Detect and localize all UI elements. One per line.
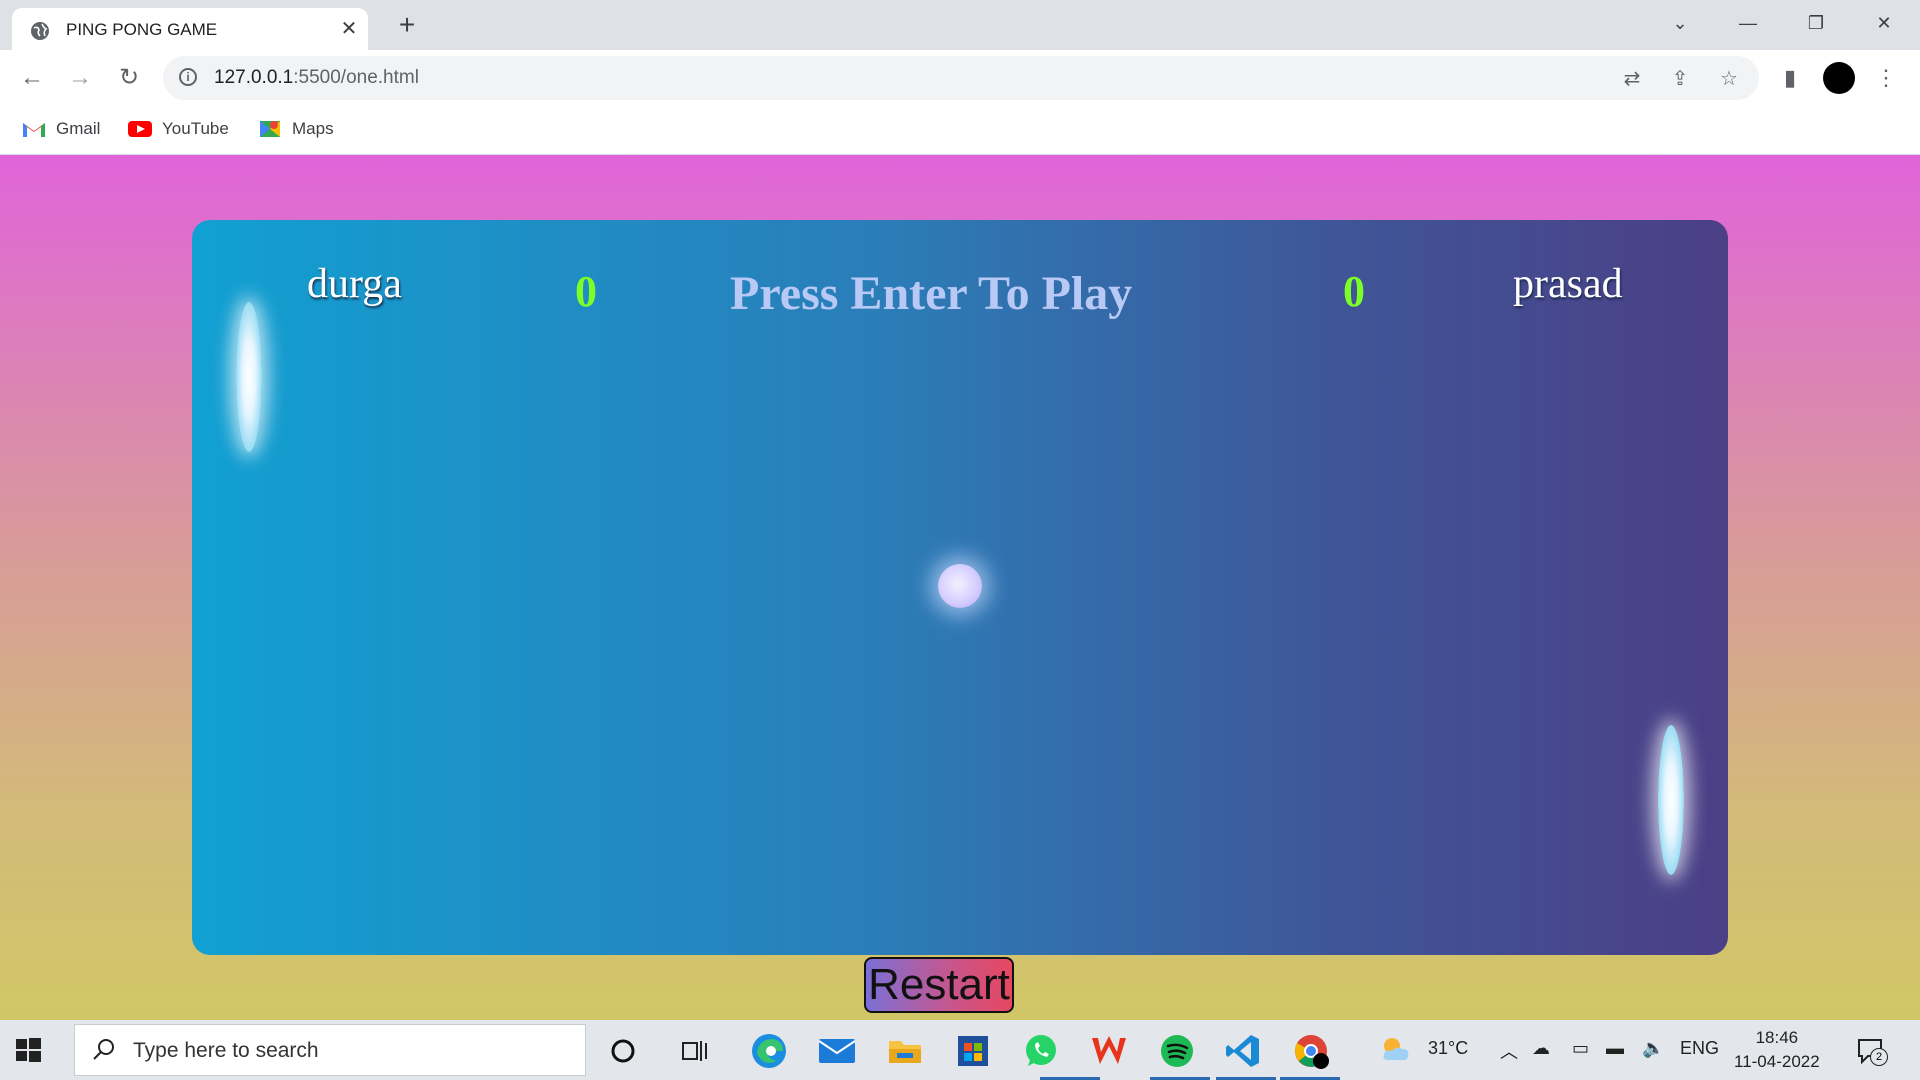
windows-taskbar: Type here to search 31°C ︿ ☁ ▭ ▬ 🔈 ENG 1… [0, 1020, 1920, 1080]
meet-now-icon[interactable]: ▭ [1572, 1038, 1589, 1059]
bookmark-label: YouTube [162, 119, 229, 138]
bookmark-gmail[interactable]: Gmail [22, 116, 100, 142]
bookmark-label: Maps [292, 119, 334, 138]
youtube-icon [128, 121, 152, 137]
weather-temperature[interactable]: 31°C [1428, 1038, 1468, 1059]
tray-chevron-icon[interactable]: ︿ [1500, 1038, 1518, 1064]
weather-icon[interactable] [1378, 1034, 1414, 1069]
menu-kebab-icon[interactable]: ⋮ [1871, 63, 1901, 93]
tab-search-chevron-icon[interactable]: ⌄ [1660, 8, 1700, 38]
system-clock[interactable]: 18:46 11-04-2022 [1734, 1026, 1820, 1074]
bookmark-label: Gmail [56, 119, 101, 138]
clock-time: 18:46 [1755, 1028, 1799, 1047]
language-indicator[interactable]: ENG [1680, 1038, 1719, 1059]
player-left-score: 0 [575, 267, 597, 316]
address-bar[interactable]: i 127.0.0.1:5500/one.html ⇄ ⇪ ☆ [163, 56, 1759, 100]
tab-close-icon[interactable]: ✕ [336, 16, 362, 42]
volume-icon[interactable]: 🔈 [1642, 1038, 1664, 1059]
bookmark-maps[interactable]: Maps [258, 116, 334, 142]
forward-button[interactable]: → [63, 61, 97, 95]
browser-toolbar: ← → ↻ i 127.0.0.1:5500/one.html ⇄ ⇪ ☆ ▮ … [0, 50, 1920, 106]
task-view-icon[interactable] [672, 1028, 718, 1074]
browser-tab[interactable]: PING PONG GAME ✕ [12, 8, 368, 50]
new-tab-button[interactable]: + [392, 10, 422, 40]
clock-date: 11-04-2022 [1734, 1052, 1820, 1071]
bookmark-star-icon[interactable]: ☆ [1716, 66, 1742, 92]
side-panel-icon[interactable]: ▮ [1775, 63, 1805, 93]
taskbar-search-box[interactable]: Type here to search [74, 1024, 586, 1076]
ball [938, 564, 982, 608]
translate-icon[interactable]: ⇄ [1619, 66, 1645, 92]
game-message: Press Enter To Play [730, 267, 1133, 320]
onedrive-icon[interactable]: ☁ [1532, 1038, 1550, 1059]
restore-button[interactable]: ❐ [1796, 8, 1836, 38]
site-info-icon[interactable]: i [179, 68, 197, 86]
cortana-icon[interactable] [600, 1028, 646, 1074]
spotify-icon[interactable] [1154, 1028, 1200, 1074]
right-paddle [1658, 725, 1684, 875]
bookmark-youtube[interactable]: YouTube [128, 116, 229, 142]
player-left-name: durga [307, 261, 402, 307]
store-icon[interactable] [950, 1028, 996, 1074]
globe-icon [31, 22, 49, 40]
restart-button[interactable]: Restart [864, 957, 1014, 1013]
bookmarks-bar: Gmail YouTube Maps [0, 106, 1920, 155]
gmail-icon [23, 123, 45, 137]
notification-center-icon[interactable]: 2 [1856, 1036, 1888, 1066]
game-page: durga 0 Press Enter To Play 0 prasad Res… [0, 155, 1920, 1020]
whatsapp-icon[interactable] [1018, 1028, 1064, 1074]
windows-start-icon[interactable] [14, 1036, 42, 1064]
notification-count-badge: 2 [1870, 1048, 1888, 1066]
wps-icon[interactable] [1086, 1028, 1132, 1074]
share-icon[interactable]: ⇪ [1667, 66, 1693, 92]
mail-icon[interactable] [814, 1028, 860, 1074]
minimize-button[interactable]: — [1728, 8, 1768, 38]
battery-icon[interactable]: ▬ [1606, 1038, 1624, 1059]
reload-button[interactable]: ↻ [112, 61, 146, 95]
close-window-button[interactable]: ✕ [1864, 8, 1904, 38]
profile-avatar[interactable] [1823, 62, 1855, 94]
edge-icon[interactable] [746, 1028, 792, 1074]
maps-icon [260, 121, 280, 137]
back-button[interactable]: ← [15, 61, 49, 95]
chrome-icon[interactable] [1288, 1028, 1334, 1074]
search-placeholder: Type here to search [133, 1039, 319, 1062]
player-right-name: prasad [1513, 261, 1623, 307]
left-paddle [236, 302, 262, 452]
game-board[interactable]: durga 0 Press Enter To Play 0 prasad [192, 220, 1728, 955]
vscode-icon[interactable] [1220, 1028, 1266, 1074]
url-text[interactable]: 127.0.0.1:5500/one.html [214, 67, 419, 89]
player-right-score: 0 [1343, 267, 1365, 316]
tab-strip: PING PONG GAME ✕ + ⌄ — ❐ ✕ [0, 0, 1920, 50]
search-icon [93, 1039, 114, 1060]
tab-title: PING PONG GAME [66, 20, 218, 39]
file-explorer-icon[interactable] [882, 1028, 928, 1074]
